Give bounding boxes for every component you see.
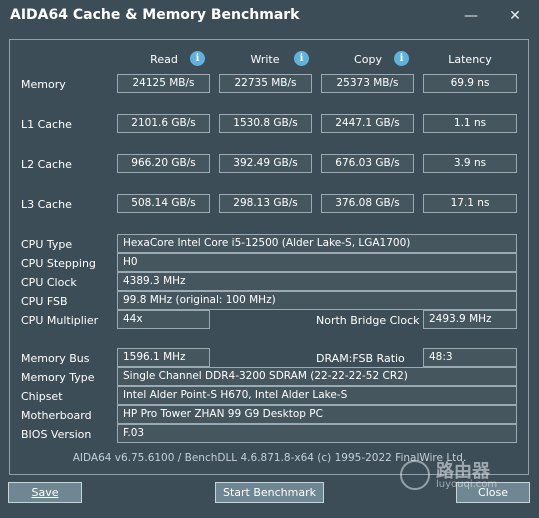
memory-copy: 25373 MB/s xyxy=(321,74,414,93)
watermark-subtext: luyouqi.com xyxy=(436,479,498,490)
cpu-stepping-label: CPU Stepping xyxy=(21,257,96,270)
memory-write: 22735 MB/s xyxy=(219,74,312,93)
chipset-value: Intel Alder Point-S H670, Intel Alder La… xyxy=(117,386,517,405)
nb-clock-label: North Bridge Clock xyxy=(316,314,420,327)
memory-type-label: Memory Type xyxy=(21,371,95,384)
info-icon-copy[interactable]: i xyxy=(394,51,409,66)
cpu-fsb-value: 99.8 MHz (original: 100 MHz) xyxy=(117,291,517,310)
row-label-l2: L2 Cache xyxy=(21,158,72,171)
l3-latency: 17.1 ns xyxy=(423,194,517,213)
memory-type-value: Single Channel DDR4-3200 SDRAM (22-22-22… xyxy=(117,367,517,386)
cpu-multiplier-value: 44x xyxy=(117,310,210,329)
cpu-type-value: HexaCore Intel Core i5-12500 (Alder Lake… xyxy=(117,234,517,253)
cpu-clock-label: CPU Clock xyxy=(21,276,77,289)
memory-latency: 69.9 ns xyxy=(423,74,517,93)
row-label-l1: L1 Cache xyxy=(21,118,72,131)
bios-version-label: BIOS Version xyxy=(21,428,92,441)
l2-latency: 3.9 ns xyxy=(423,154,517,173)
dram-fsb-ratio-value: 48:3 xyxy=(423,348,517,367)
l1-latency: 1.1 ns xyxy=(423,114,517,133)
col-header-latency: Latency xyxy=(448,53,492,66)
info-icon-write[interactable]: i xyxy=(294,51,309,66)
router-logo-icon xyxy=(400,460,430,490)
close-icon[interactable]: ✕ xyxy=(500,4,530,28)
row-label-memory: Memory xyxy=(21,78,66,91)
title-bar: AIDA64 Cache & Memory Benchmark — ✕ xyxy=(0,0,539,34)
memory-bus-label: Memory Bus xyxy=(21,352,90,365)
l1-read: 2101.6 GB/s xyxy=(117,114,210,133)
bios-version-value: F.03 xyxy=(117,424,517,443)
l2-write: 392.49 GB/s xyxy=(219,154,312,173)
dram-fsb-ratio-label: DRAM:FSB Ratio xyxy=(316,352,405,365)
watermark-logo: 路由器 luyouqi.com xyxy=(400,455,530,495)
window-title: AIDA64 Cache & Memory Benchmark xyxy=(10,7,300,23)
memory-bus-value: 1596.1 MHz xyxy=(117,348,210,367)
l1-copy: 2447.1 GB/s xyxy=(321,114,414,133)
l1-write: 1530.8 GB/s xyxy=(219,114,312,133)
save-button[interactable]: Save xyxy=(8,482,82,503)
cpu-clock-value: 4389.3 MHz xyxy=(117,272,517,291)
motherboard-label: Motherboard xyxy=(21,409,92,422)
l2-copy: 676.03 GB/s xyxy=(321,154,414,173)
cpu-fsb-label: CPU FSB xyxy=(21,295,68,308)
start-benchmark-button[interactable]: Start Benchmark xyxy=(215,482,324,503)
info-icon-read[interactable]: i xyxy=(190,51,205,66)
l3-write: 298.13 GB/s xyxy=(219,194,312,213)
minimize-icon[interactable]: — xyxy=(456,4,486,28)
memory-read: 24125 MB/s xyxy=(117,74,210,93)
cpu-stepping-value: H0 xyxy=(117,253,517,272)
cpu-type-label: CPU Type xyxy=(21,238,73,251)
row-label-l3: L3 Cache xyxy=(21,198,72,211)
l2-read: 966.20 GB/s xyxy=(117,154,210,173)
chipset-label: Chipset xyxy=(21,390,63,403)
l3-read: 508.14 GB/s xyxy=(117,194,210,213)
l3-copy: 376.08 GB/s xyxy=(321,194,414,213)
motherboard-value: HP Pro Tower ZHAN 99 G9 Desktop PC xyxy=(117,405,517,424)
cpu-multiplier-label: CPU Multiplier xyxy=(21,314,99,327)
benchmark-window: AIDA64 Cache & Memory Benchmark — ✕ Read… xyxy=(0,0,539,518)
nb-clock-value: 2493.9 MHz xyxy=(423,310,517,329)
